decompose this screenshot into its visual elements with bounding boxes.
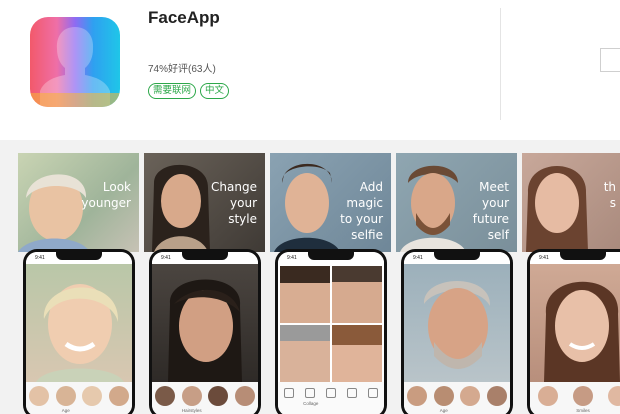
filter-thumbs: Age xyxy=(404,382,510,414)
faceapp-logo-icon[interactable] xyxy=(30,17,120,107)
filter-thumb[interactable] xyxy=(234,386,255,406)
filter-thumb[interactable]: Age xyxy=(433,386,454,413)
screenshot-1-hero: Look younger xyxy=(18,153,139,252)
phone-frame: 9:41 Age xyxy=(401,249,513,414)
screenshot-3-caption: Add magic to your selfie xyxy=(340,180,383,242)
header-divider xyxy=(500,8,501,120)
filter-thumbs: Hairstyles xyxy=(152,382,258,414)
screenshot-5[interactable]: th s 9:41 Smiles xyxy=(522,153,620,414)
filter-thumbs: Age xyxy=(26,382,132,414)
filter-thumb[interactable] xyxy=(108,386,129,406)
screenshot-2-caption: Change your style xyxy=(211,180,257,226)
tool-icon[interactable] xyxy=(368,388,379,398)
collage-cell[interactable] xyxy=(280,325,330,382)
collage-cell[interactable] xyxy=(332,325,382,382)
tag-list: 需要联网 中文 xyxy=(148,83,230,99)
filter-thumb[interactable]: Smiles xyxy=(572,386,593,413)
filter-thumbs: Smiles xyxy=(530,382,620,414)
tool-icon[interactable] xyxy=(347,388,358,398)
filter-thumb[interactable] xyxy=(208,386,229,406)
screenshot-5-hero: th s xyxy=(522,153,620,252)
filter-thumb[interactable] xyxy=(608,386,620,406)
screenshot-2[interactable]: Change your style 9:41 Hairstyles xyxy=(144,153,265,414)
phone-frame: 9:41 Age xyxy=(23,249,135,414)
tag-chinese: 中文 xyxy=(200,83,230,99)
tool-icon[interactable] xyxy=(283,388,294,398)
filter-thumb[interactable]: Hairstyles xyxy=(181,386,202,413)
filter-thumb[interactable] xyxy=(155,386,176,406)
phone-frame: 9:41 Hairstyles xyxy=(149,249,261,414)
app-title: FaceApp xyxy=(148,8,220,27)
filter-thumb[interactable] xyxy=(82,386,103,406)
filter-thumb[interactable] xyxy=(537,386,558,406)
side-action-box[interactable] xyxy=(600,48,620,72)
screenshot-3-hero: Add magic to your selfie xyxy=(270,153,391,252)
collage-cell[interactable] xyxy=(332,266,382,323)
screenshot-5-caption: th s xyxy=(603,180,616,210)
main-photo xyxy=(530,264,620,382)
collage-grid xyxy=(280,266,382,382)
main-photo xyxy=(404,264,510,382)
screenshot-4[interactable]: Meet your future self 9:41 Age xyxy=(396,153,517,414)
collage-cell[interactable] xyxy=(280,266,330,323)
main-photo xyxy=(26,264,132,382)
screenshot-1[interactable]: Look younger 9:41 Age xyxy=(18,153,139,414)
filter-thumb[interactable] xyxy=(29,386,50,406)
filter-thumb[interactable]: Age xyxy=(55,386,76,413)
screenshot-4-caption: Meet your future self xyxy=(472,180,509,242)
collage-tool-icon[interactable]: Collage xyxy=(303,388,318,406)
tag-requires-network: 需要联网 xyxy=(148,83,197,99)
filter-thumb[interactable] xyxy=(460,386,481,406)
tool-bar: Collage xyxy=(278,382,384,414)
phone-frame: 9:41 Smiles xyxy=(527,249,620,414)
screenshot-1-caption: Look younger xyxy=(81,180,131,210)
screenshot-2-hero: Change your style xyxy=(144,153,265,252)
app-header: FaceApp 74%好评(63人) 需要联网 中文 xyxy=(0,0,620,140)
filter-thumb[interactable] xyxy=(486,386,507,406)
main-photo xyxy=(152,264,258,382)
screenshot-4-hero: Meet your future self xyxy=(396,153,517,252)
phone-frame: 9:41 Collage xyxy=(275,249,387,414)
filter-thumb[interactable] xyxy=(407,386,428,406)
rating-text: 74%好评(63人) xyxy=(148,64,216,75)
tool-icon[interactable] xyxy=(325,388,336,398)
screenshot-3[interactable]: Add magic to your selfie 9:41 Collage xyxy=(270,153,391,414)
